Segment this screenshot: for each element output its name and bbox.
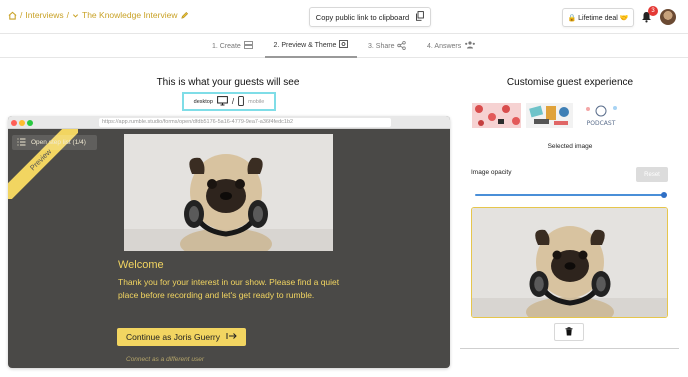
breadcrumb: / Interviews / The Knowledge Interview — [8, 10, 189, 20]
reset-button[interactable]: Reset — [636, 167, 668, 182]
top-bar: / Interviews / The Knowledge Interview C… — [0, 0, 688, 34]
welcome-body: Thank you for your interest in our show.… — [118, 277, 340, 300]
mobile-label[interactable]: mobile — [248, 99, 264, 105]
continue-label: Continue as Joris Guerry — [125, 332, 220, 342]
tab-create[interactable]: 1. Create — [212, 34, 253, 58]
selected-image-label: Selected image — [547, 143, 593, 150]
tab-label: 2. Preview & Theme — [273, 41, 337, 49]
list-icon — [17, 138, 26, 148]
welcome-heading: Welcome — [118, 259, 164, 271]
breadcrumb-interviews[interactable]: Interviews — [25, 10, 63, 20]
pencil-icon[interactable] — [180, 11, 189, 20]
users-icon — [464, 41, 476, 51]
connect-different-user-link[interactable]: Connect as a different user — [126, 356, 204, 363]
lifetime-deal-label: 🔒 Lifetime deal 🤝 — [567, 14, 629, 22]
browser-preview: https://app.rumble.studio/forms/open/dfd… — [8, 116, 450, 368]
notification-badge: 3 — [648, 6, 658, 16]
chevron-down-icon[interactable] — [72, 12, 79, 19]
breadcrumb-separator: / — [66, 10, 70, 20]
copy-icon — [415, 11, 425, 23]
breadcrumb-interview-name[interactable]: The Knowledge Interview — [82, 10, 177, 20]
copy-public-link-button[interactable]: Copy public link to clipboard — [309, 7, 431, 27]
login-arrow-icon — [226, 332, 237, 342]
avatar[interactable] — [660, 9, 676, 25]
tab-label: 3. Share — [368, 42, 395, 50]
tab-answers[interactable]: 4. Answers — [427, 34, 476, 58]
opacity-slider-handle[interactable] — [661, 192, 667, 198]
background-thumbnail-podcast[interactable]: PODCAST — [580, 103, 622, 128]
pug-headphones-image — [124, 134, 333, 251]
device-separator: / — [231, 97, 235, 106]
opacity-slider[interactable] — [475, 194, 666, 196]
open-step-list-button[interactable]: Open step list (1/4) — [12, 135, 97, 150]
mobile-icon[interactable] — [238, 95, 244, 108]
divider — [460, 348, 679, 349]
background-thumbnail-pattern[interactable] — [472, 103, 521, 128]
preview-stage: Preview Open step list (1/4) Welcome Tha… — [8, 129, 450, 368]
desktop-label[interactable]: desktop — [194, 99, 213, 105]
share-icon — [397, 40, 407, 52]
close-dot-icon — [11, 119, 17, 126]
breadcrumb-separator: / — [20, 10, 23, 20]
tab-share[interactable]: 3. Share — [368, 34, 407, 58]
browser-chrome: https://app.rumble.studio/forms/open/dfd… — [8, 116, 450, 129]
tab-label: 1. Create — [212, 42, 241, 50]
url-bar: https://app.rumble.studio/forms/open/dfd… — [99, 118, 391, 127]
minimize-dot-icon — [19, 119, 25, 126]
preview-title: This is what your guests will see — [156, 77, 300, 88]
image-opacity-label: Image opacity — [471, 169, 512, 176]
tab-preview-theme[interactable]: 2. Preview & Theme — [265, 34, 357, 58]
tab-label: 4. Answers — [427, 42, 462, 50]
home-icon[interactable] — [8, 11, 17, 20]
background-thumbnail-objects[interactable] — [526, 103, 573, 128]
trash-icon — [565, 323, 573, 341]
selected-image-preview — [471, 207, 668, 318]
lifetime-deal-button[interactable]: 🔒 Lifetime deal 🤝 — [562, 8, 634, 27]
copy-public-link-label: Copy public link to clipboard — [315, 12, 410, 22]
continue-as-user-button[interactable]: Continue as Joris Guerry — [117, 328, 246, 346]
layout-icon — [243, 41, 253, 51]
preview-icon — [339, 40, 349, 50]
step-tabs: 1. Create 2. Preview & Theme 3. Share 4.… — [0, 34, 688, 58]
customise-title: Customise guest experience — [506, 77, 634, 88]
open-step-list-label: Open step list (1/4) — [31, 139, 86, 146]
maximize-dot-icon — [27, 119, 33, 126]
podcast-thumbnail-text: PODCAST — [587, 120, 616, 127]
delete-image-button[interactable] — [554, 323, 584, 341]
device-toggle: desktop / mobile — [182, 92, 276, 111]
desktop-icon[interactable] — [217, 95, 228, 108]
